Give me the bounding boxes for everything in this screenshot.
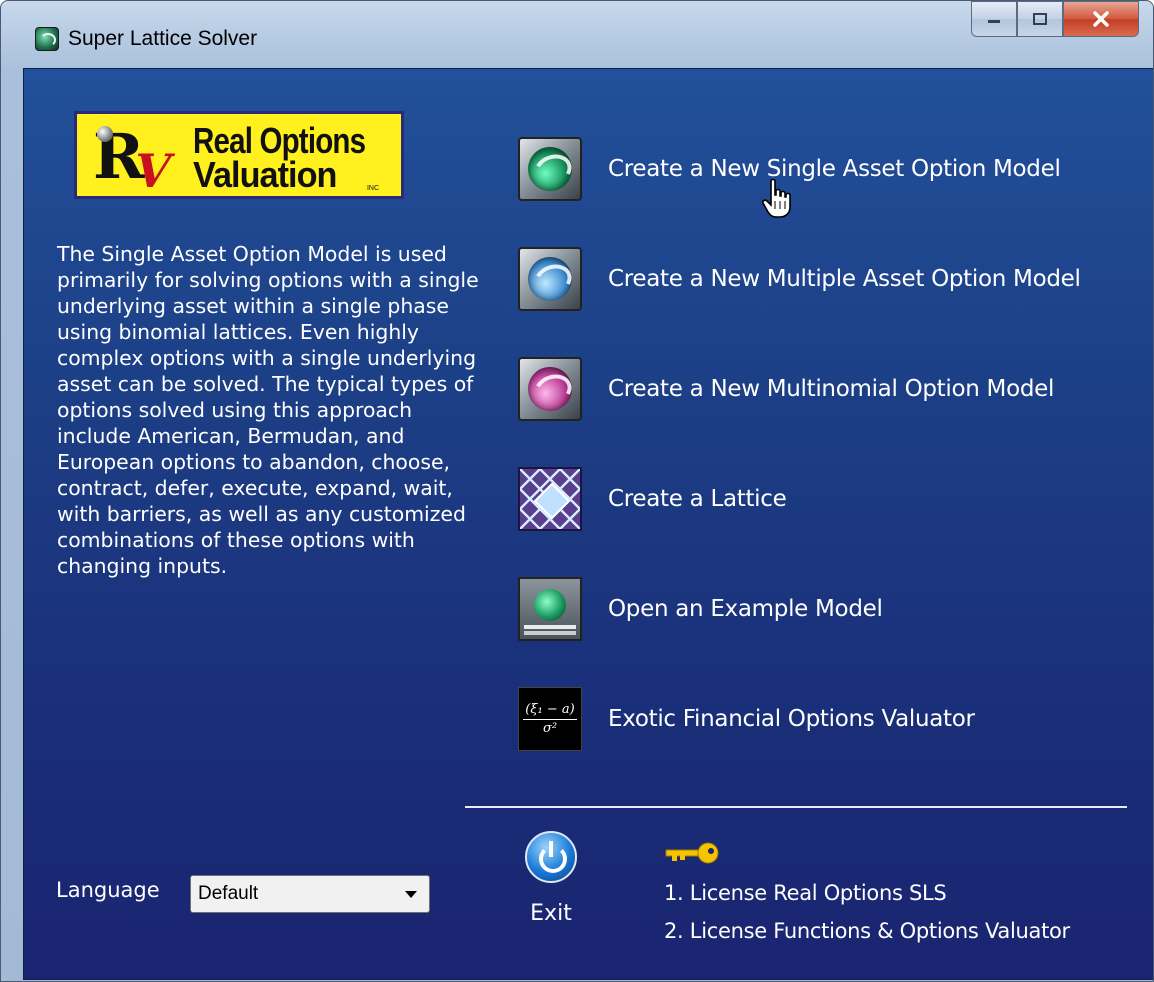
menu-item-label: Create a New Multiple Asset Option Model bbox=[608, 266, 1081, 292]
menu-item-label: Exotic Financial Options Valuator bbox=[608, 706, 975, 732]
app-window: Super Lattice Solver R V Real Options Va… bbox=[0, 0, 1154, 982]
minimize-icon bbox=[988, 20, 1000, 23]
hand-cursor-icon bbox=[762, 179, 791, 218]
model-description: The Single Asset Option Model is used pr… bbox=[57, 242, 479, 578]
language-select[interactable]: Default bbox=[190, 875, 430, 913]
menu-item-label: Create a New Multinomial Option Model bbox=[608, 376, 1055, 402]
menu-item-exotic-valuator[interactable]: (ξ₁ − a) σ² Exotic Financial Options Val… bbox=[518, 687, 1138, 751]
minimize-button[interactable] bbox=[971, 1, 1017, 37]
menu-item-label: Open an Example Model bbox=[608, 596, 883, 622]
chevron-down-icon bbox=[405, 890, 417, 898]
monitor-icon bbox=[518, 577, 582, 641]
window-controls bbox=[971, 1, 1139, 39]
maximize-icon bbox=[1033, 13, 1047, 25]
company-logo: R V Real Options Valuation INC bbox=[74, 111, 404, 199]
title-bar[interactable]: Super Lattice Solver bbox=[1, 1, 1153, 69]
green-orb-icon bbox=[518, 137, 582, 201]
menu-item-create-lattice[interactable]: Create a Lattice bbox=[518, 467, 1138, 531]
menu-item-label: Create a Lattice bbox=[608, 486, 787, 512]
close-icon bbox=[1093, 11, 1109, 27]
maximize-button[interactable] bbox=[1017, 1, 1063, 37]
exit-button[interactable]: Exit bbox=[514, 831, 588, 926]
formula-icon: (ξ₁ − a) σ² bbox=[518, 687, 582, 751]
main-panel: R V Real Options Valuation INC The Singl… bbox=[23, 68, 1153, 980]
close-button[interactable] bbox=[1063, 1, 1139, 37]
menu-item-label: Create a New Single Asset Option Model bbox=[608, 156, 1061, 182]
menu-item-multiple-asset[interactable]: Create a New Multiple Asset Option Model bbox=[518, 247, 1138, 311]
license-valuator-link[interactable]: 2. License Functions & Options Valuator bbox=[664, 919, 1070, 943]
divider bbox=[465, 806, 1127, 808]
menu-item-example-model[interactable]: Open an Example Model bbox=[518, 577, 1138, 641]
exit-label: Exit bbox=[530, 901, 572, 926]
power-icon bbox=[525, 831, 577, 883]
window-title: Super Lattice Solver bbox=[68, 27, 258, 50]
key-icon bbox=[665, 842, 719, 864]
license-sls-link[interactable]: 1. License Real Options SLS bbox=[664, 881, 947, 905]
pink-orb-icon bbox=[518, 357, 582, 421]
menu-item-multinomial[interactable]: Create a New Multinomial Option Model bbox=[518, 357, 1138, 421]
menu-item-single-asset[interactable]: Create a New Single Asset Option Model bbox=[518, 137, 1138, 201]
lattice-icon bbox=[518, 467, 582, 531]
app-icon[interactable] bbox=[35, 27, 59, 51]
language-label: Language bbox=[56, 878, 160, 902]
blue-orb-icon bbox=[518, 247, 582, 311]
language-value: Default bbox=[198, 883, 259, 904]
